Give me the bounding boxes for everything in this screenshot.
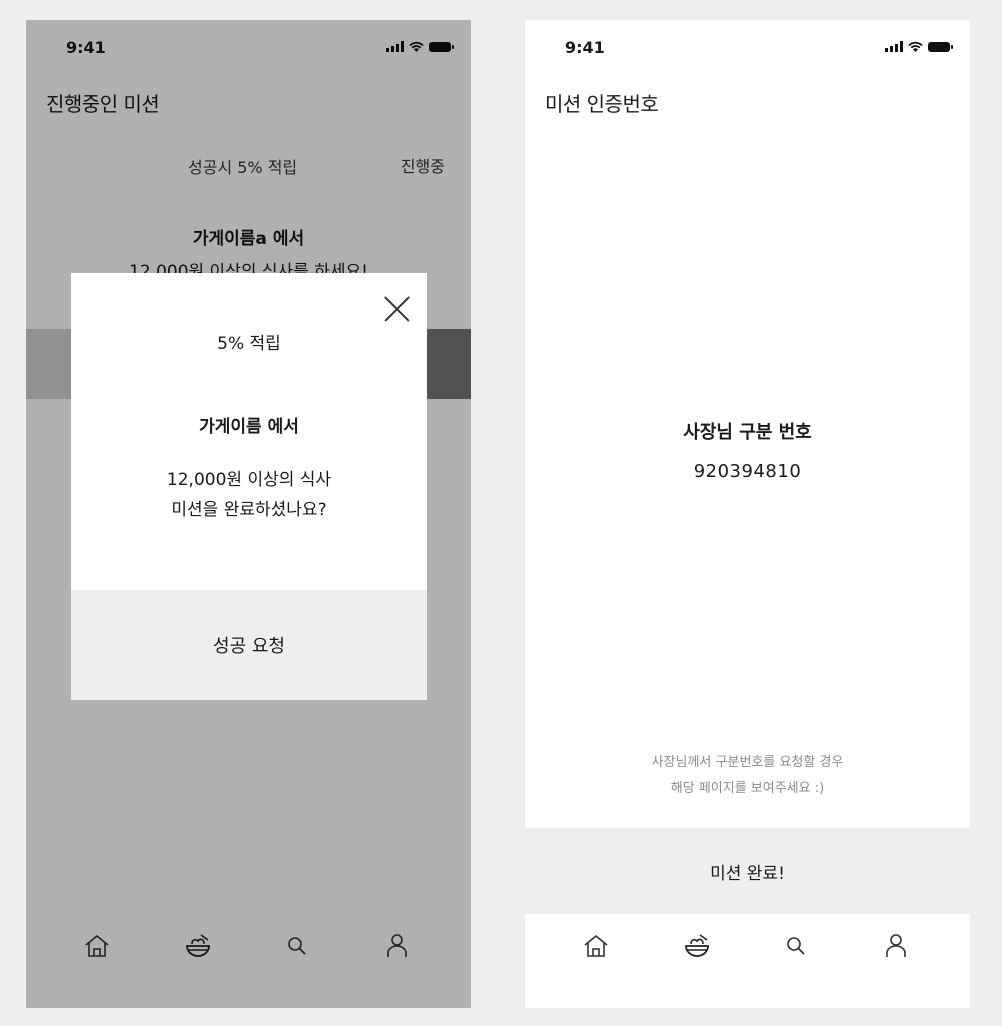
hint-text-line-2: 해당 페이지를 보여주세요 :) — [670, 781, 825, 796]
status-icons — [885, 40, 953, 52]
tab-home[interactable] — [581, 931, 611, 961]
dialog-question-text: 미션을 완료하셨나요? — [171, 500, 327, 520]
owner-code-title: 사장님 구분 번호 — [683, 422, 812, 443]
tab-bar — [525, 914, 970, 1008]
wifi-icon — [908, 41, 923, 52]
request-success-button[interactable]: 성공 요청 — [71, 590, 427, 700]
mission-complete-button[interactable]: 미션 완료! — [525, 828, 970, 915]
page-title: 미션 인증번호 — [545, 92, 659, 116]
tab-food[interactable] — [682, 931, 712, 961]
owner-code-value: 920394810 — [693, 461, 802, 482]
food-bowl-icon — [685, 934, 709, 957]
profile-icon — [886, 934, 906, 957]
mission-progress-screen: 9:41 진행중인 미션 성공시 5% 적립 진행중 가게이름a 에서 12,0… — [26, 20, 471, 1008]
status-bar: 9:41 — [525, 20, 970, 78]
mission-code-screen: 9:41 미션 인증번호 사장님 구분 번호 920394810 사장님께서 구… — [525, 20, 970, 1008]
dialog-reward-text: 5% 적립 — [217, 334, 281, 354]
battery-icon — [928, 42, 953, 52]
hint-text-line-1: 사장님께서 구분번호를 요청할 경우 — [651, 755, 844, 770]
home-icon — [584, 935, 608, 957]
search-icon — [787, 937, 805, 955]
close-icon[interactable] — [383, 295, 411, 323]
mission-complete-dialog: 5% 적립 가게이름 에서 12,000원 이상의 식사 미션을 완료하셨나요?… — [71, 273, 427, 700]
tab-profile[interactable] — [881, 931, 911, 961]
tab-search[interactable] — [781, 931, 811, 961]
dialog-condition-text: 12,000원 이상의 식사 — [166, 470, 332, 490]
dialog-store-name: 가게이름 에서 — [199, 417, 299, 437]
status-time: 9:41 — [565, 38, 605, 57]
signal-icon — [885, 41, 903, 52]
